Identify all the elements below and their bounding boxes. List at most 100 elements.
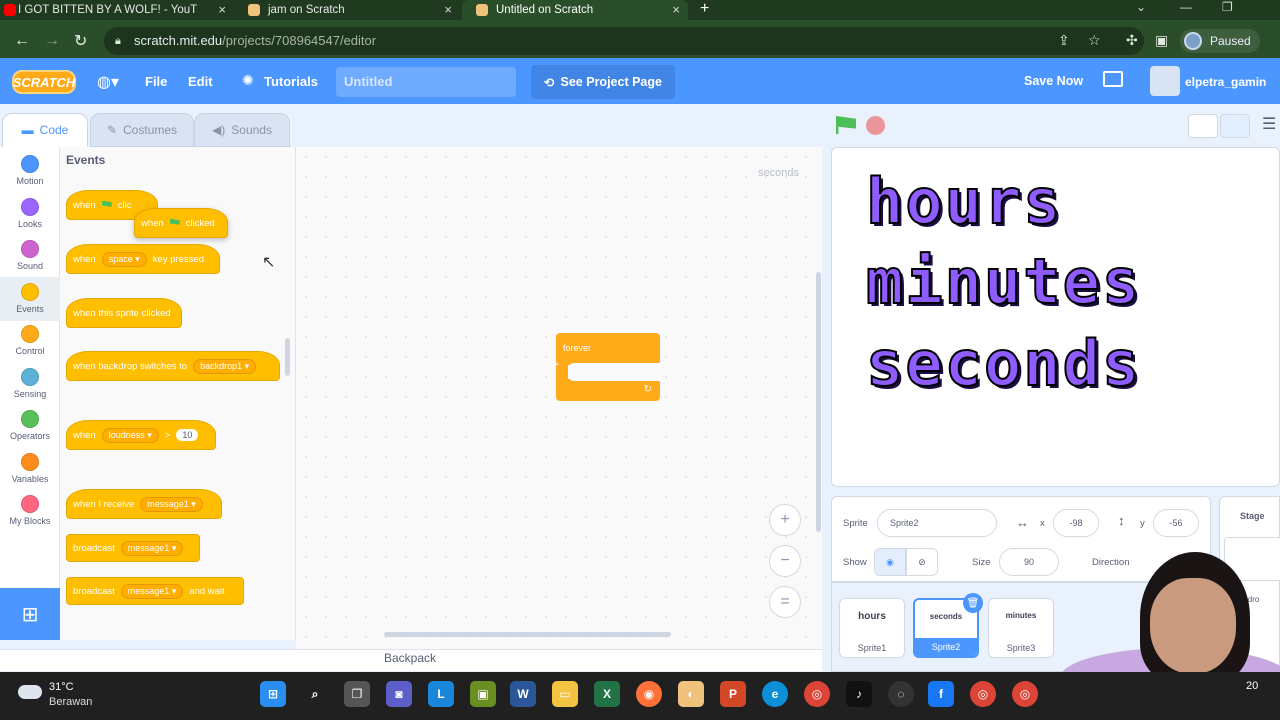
broadcast-block[interactable]: broadcast message1 ▾ — [66, 534, 200, 562]
side-panel-icon[interactable]: ▣ — [1155, 32, 1168, 49]
search-icon[interactable]: ⌕ — [302, 681, 328, 707]
broadcast-and-wait-block[interactable]: broadcast message1 ▾ and wait — [66, 577, 244, 605]
save-now-button[interactable]: Save Now — [1024, 74, 1083, 88]
close-tab-icon[interactable]: × — [672, 2, 680, 17]
show-visible-button[interactable]: ◉ — [874, 548, 906, 576]
add-extension-button[interactable]: ⊞ — [0, 588, 60, 640]
reload-icon[interactable]: ↻ — [74, 31, 87, 51]
small-stage-button[interactable] — [1188, 114, 1218, 138]
backpack-label[interactable]: Backpack — [384, 651, 436, 665]
browser-tab-jam[interactable]: jam on Scratch × — [234, 0, 460, 20]
category-my-blocks[interactable]: My Blocks — [0, 489, 60, 533]
share-icon[interactable]: ⇪ — [1058, 32, 1070, 49]
zoom-in-button[interactable]: + — [769, 504, 801, 536]
y-position-input[interactable]: -56 — [1153, 509, 1199, 537]
sprite-tile-sprite1[interactable]: hours Sprite1 — [839, 598, 905, 658]
restore-icon[interactable]: ❐ — [1222, 0, 1233, 14]
facebook-icon[interactable]: f — [928, 681, 954, 707]
bookmark-star-icon[interactable]: ☆ — [1088, 32, 1101, 49]
normal-stage-button[interactable] — [1220, 114, 1250, 138]
tutorials-button[interactable]: Tutorials — [264, 74, 318, 89]
when-backdrop-switches-block[interactable]: when backdrop switches to backdrop1 ▾ — [66, 351, 280, 381]
palette-scrollbar[interactable] — [285, 338, 290, 376]
edit-menu[interactable]: Edit — [188, 74, 213, 89]
dragged-when-flag-clicked-block[interactable]: when clicked — [134, 208, 228, 238]
stage-sprite-minutes[interactable]: minutes — [865, 244, 1141, 319]
category-sound[interactable]: Sound — [0, 234, 60, 278]
stage-sprite-hours[interactable]: hours — [865, 164, 1063, 239]
fullscreen-icon[interactable]: ☰ — [1262, 114, 1276, 134]
workspace-horizontal-scrollbar[interactable] — [384, 632, 671, 637]
close-tab-icon[interactable]: × — [444, 2, 452, 17]
powerpoint-icon[interactable]: P — [720, 681, 746, 707]
category-looks[interactable]: Looks — [0, 192, 60, 236]
tab-search-icon[interactable]: ⌄ — [1136, 0, 1146, 14]
category-variables[interactable]: Variables — [0, 447, 60, 491]
file-explorer-icon[interactable]: ▭ — [552, 681, 578, 707]
chrome-profile-2-icon[interactable]: ◎ — [1012, 681, 1038, 707]
tab-costumes[interactable]: ✎ Costumes — [90, 113, 194, 147]
green-flag-button[interactable] — [836, 116, 856, 134]
teams-chat-icon[interactable]: ◙ — [386, 681, 412, 707]
workspace-vertical-scrollbar[interactable] — [816, 272, 821, 532]
profile-button[interactable]: Paused — [1180, 29, 1260, 53]
edge-icon[interactable]: e — [762, 681, 788, 707]
loudness-value-input[interactable]: 10 — [176, 429, 199, 441]
when-key-pressed-block[interactable]: when space ▾ key pressed — [66, 244, 220, 274]
obs-icon[interactable]: ◌ — [888, 681, 914, 707]
url-text[interactable]: scratch.mit.edu/projects/708964547/edito… — [134, 33, 376, 48]
cloud-icon[interactable] — [18, 685, 42, 699]
stop-button[interactable] — [866, 116, 885, 135]
when-i-receive-block[interactable]: when I receive message1 ▾ — [66, 489, 222, 519]
excel-icon[interactable]: X — [594, 681, 620, 707]
browser-tab-untitled[interactable]: Untitled on Scratch × — [462, 0, 688, 20]
weather-condition[interactable]: Berawan — [49, 696, 92, 708]
minecraft-icon[interactable]: ▣ — [470, 681, 496, 707]
project-title-input[interactable]: Untitled — [336, 67, 516, 97]
tab-code[interactable]: ▬ Code — [2, 113, 88, 147]
when-loudness-block[interactable]: when loudness ▾ > 10 — [66, 420, 216, 450]
firefox-icon[interactable]: ◉ — [636, 681, 662, 707]
key-dropdown[interactable]: space ▾ — [101, 251, 147, 267]
stage-sprite-seconds[interactable]: seconds — [865, 326, 1141, 401]
zoom-out-button[interactable]: − — [769, 545, 801, 577]
extensions-icon[interactable]: ✣ — [1126, 32, 1138, 49]
learning-app-icon[interactable]: L — [428, 681, 454, 707]
delete-sprite-trash-icon[interactable]: 🗑︎ — [963, 593, 983, 613]
file-menu[interactable]: File — [145, 74, 167, 89]
scratch-app-icon[interactable]: ◐ — [678, 681, 704, 707]
sprite-name-input[interactable]: Sprite2 — [877, 509, 997, 537]
category-control[interactable]: Control — [0, 319, 60, 363]
category-motion[interactable]: Motion — [0, 149, 60, 193]
forever-slot[interactable] — [568, 363, 660, 381]
user-avatar[interactable] — [1150, 66, 1180, 96]
see-project-page-button[interactable]: ⟲ See Project Page — [531, 65, 675, 99]
browser-tab-youtube[interactable]: I GOT BITTEN BY A WOLF! - YouT × — [0, 0, 234, 20]
category-events[interactable]: Events — [0, 277, 60, 321]
message-dropdown[interactable]: message1 ▾ — [140, 496, 203, 512]
message-dropdown[interactable]: message1 ▾ — [120, 540, 184, 556]
category-sensing[interactable]: Sensing — [0, 362, 60, 406]
when-sprite-clicked-block[interactable]: when this sprite clicked — [66, 298, 182, 328]
chrome-profile-icon[interactable]: ◎ — [970, 681, 996, 707]
taskbar-clock[interactable]: 20 — [1246, 680, 1258, 692]
language-globe-icon[interactable]: ◍▾ — [97, 72, 119, 92]
loudness-dropdown[interactable]: loudness ▾ — [101, 427, 159, 443]
back-icon[interactable]: ← — [14, 32, 30, 50]
scratch-logo[interactable]: SCRATCH — [12, 70, 76, 94]
windows-start-icon[interactable]: ⊞ — [260, 681, 286, 707]
username[interactable]: elpetra_gamin — [1185, 75, 1266, 89]
weather-temperature[interactable]: 31°C — [49, 681, 74, 693]
new-tab-icon[interactable]: + — [700, 0, 709, 18]
chrome-icon[interactable]: ◎ — [804, 681, 830, 707]
forever-block[interactable]: forever ↻ — [556, 333, 660, 401]
close-tab-icon[interactable]: × — [218, 2, 226, 17]
show-hidden-button[interactable]: ⊘ — [906, 548, 938, 576]
minimize-icon[interactable]: — — [1180, 0, 1192, 14]
task-view-icon[interactable]: ❐ — [344, 681, 370, 707]
zoom-reset-button[interactable]: = — [769, 586, 801, 618]
backdrop-dropdown[interactable]: backdrop1 ▾ — [193, 358, 257, 374]
tab-sounds[interactable]: ◀) Sounds — [194, 113, 290, 147]
lock-icon[interactable]: 🔒︎ — [115, 35, 121, 48]
my-stuff-folder-icon[interactable] — [1103, 71, 1123, 87]
